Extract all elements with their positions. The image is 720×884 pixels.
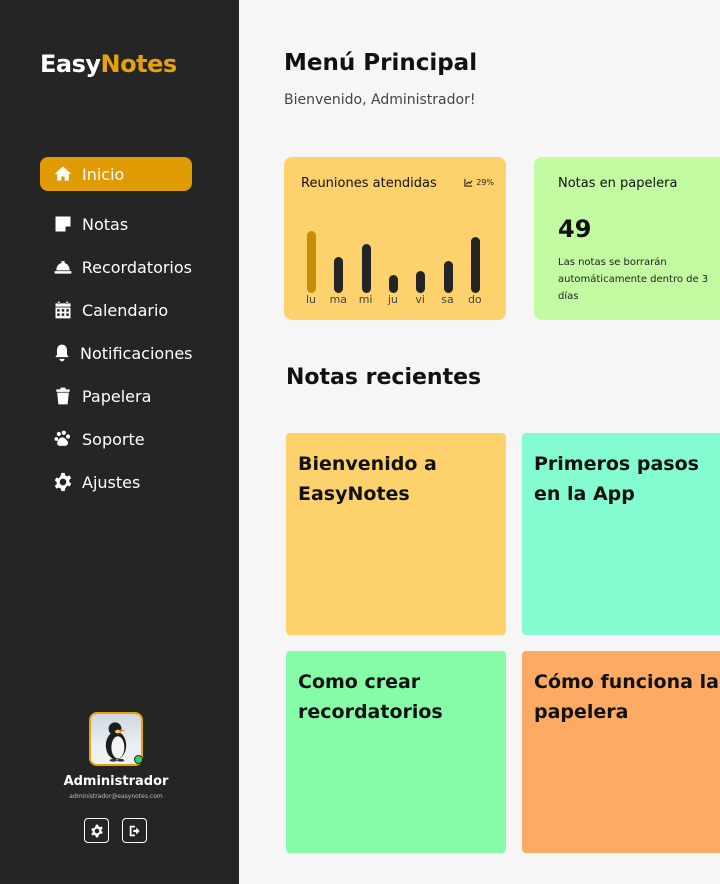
meetings-card-title: Reuniones atendidas: [301, 176, 437, 191]
note-icon: [52, 213, 74, 235]
trash-icon: [52, 385, 74, 407]
sidebar-item-notificaciones[interactable]: Notificaciones: [40, 336, 193, 370]
trash-count: 49: [558, 215, 592, 243]
sidebar-item-inicio[interactable]: Inicio: [40, 157, 192, 191]
note-card[interactable]: Como crear recordatorios: [286, 651, 506, 853]
bar-ju: [388, 274, 398, 293]
trend-value: 29%: [476, 178, 494, 187]
sidebar-item-label: Notas: [82, 214, 129, 234]
gear-icon: [52, 471, 74, 493]
bar-label-mi: mi: [358, 293, 373, 306]
page-title: Menú Principal: [284, 50, 478, 76]
sidebar-item-recordatorios[interactable]: Recordatorios: [40, 250, 192, 284]
bell-service-icon: [52, 256, 74, 278]
calendar-icon: [52, 299, 74, 321]
profile-settings-button[interactable]: [84, 818, 109, 843]
trash-note: Las notas se borrarán automáticamente de…: [558, 257, 709, 302]
sidebar: EasyNotes Inicio Notas Recordatorios Cal…: [0, 0, 239, 884]
bar-label-vi: vi: [415, 293, 425, 306]
gear-icon: [90, 824, 104, 838]
trend-up-icon: [464, 178, 473, 187]
bar-mi: [361, 243, 371, 293]
meetings-bar-chart: lu ma mi ju vi sa do: [302, 217, 492, 306]
trend-indicator: 29%: [464, 178, 494, 187]
sidebar-item-label: Soporte: [82, 429, 145, 449]
bar-do: [470, 236, 480, 293]
logout-icon: [128, 824, 142, 838]
meetings-card[interactable]: Reuniones atendidas 29% lu ma mi ju vi sa do: [284, 157, 506, 320]
sidebar-item-label: Ajustes: [82, 472, 141, 492]
logo-part-notes: Notes: [100, 50, 178, 78]
paw-icon: [52, 428, 74, 450]
sidebar-item-notas[interactable]: Notas: [40, 207, 192, 241]
bell-icon: [52, 342, 72, 364]
bar-sa: [443, 261, 453, 293]
bar-ma: [334, 256, 344, 293]
online-status-dot: [134, 755, 143, 764]
sidebar-item-papelera[interactable]: Papelera: [40, 379, 192, 413]
sidebar-item-label: Calendario: [82, 300, 169, 320]
note-title: Cómo funciona la papelera: [534, 671, 719, 723]
bar-label-lu: lu: [305, 293, 317, 306]
avatar[interactable]: [89, 712, 143, 766]
home-icon: [52, 163, 74, 185]
note-title: Bienvenido a EasyNotes: [298, 453, 437, 505]
sidebar-item-soporte[interactable]: Soporte: [40, 422, 192, 456]
profile-email: administrador@easynotes.com: [69, 793, 163, 800]
note-title: Como crear recordatorios: [298, 671, 443, 723]
bar-lu: [307, 230, 316, 293]
bar-vi: [416, 270, 426, 293]
logout-button[interactable]: [122, 818, 147, 843]
sidebar-item-ajustes[interactable]: Ajustes: [40, 465, 192, 499]
sidebar-item-label: Papelera: [82, 386, 152, 406]
bar-label-ju: ju: [387, 293, 398, 306]
app-logo[interactable]: EasyNotes: [40, 50, 177, 78]
sidebar-item-calendario[interactable]: Calendario: [40, 293, 192, 327]
trash-card[interactable]: Notas en papelera 49 Las notas se borrar…: [534, 157, 720, 320]
profile-name: Administrador: [63, 774, 169, 789]
bar-label-sa: sa: [441, 293, 454, 306]
bar-label-do: do: [467, 293, 482, 306]
sidebar-item-label: Recordatorios: [81, 257, 192, 277]
sidebar-item-label: Notificaciones: [80, 343, 193, 363]
logo-part-easy: Easy: [40, 50, 101, 78]
note-title: Primeros pasos en la App: [534, 453, 699, 505]
note-card[interactable]: Cómo funciona la papelera: [522, 651, 720, 853]
profile-panel: Administrador administrador@easynotes.co…: [0, 712, 232, 843]
note-card[interactable]: Bienvenido a EasyNotes: [286, 433, 506, 635]
welcome-subtitle: Bienvenido, Administrador!: [284, 92, 476, 108]
recent-notes-title: Notas recientes: [286, 365, 482, 390]
note-card[interactable]: Primeros pasos en la App: [522, 433, 720, 635]
trash-card-title: Notas en papelera: [558, 176, 678, 191]
sidebar-item-label: Inicio: [82, 164, 125, 184]
bar-label-ma: ma: [329, 293, 348, 306]
